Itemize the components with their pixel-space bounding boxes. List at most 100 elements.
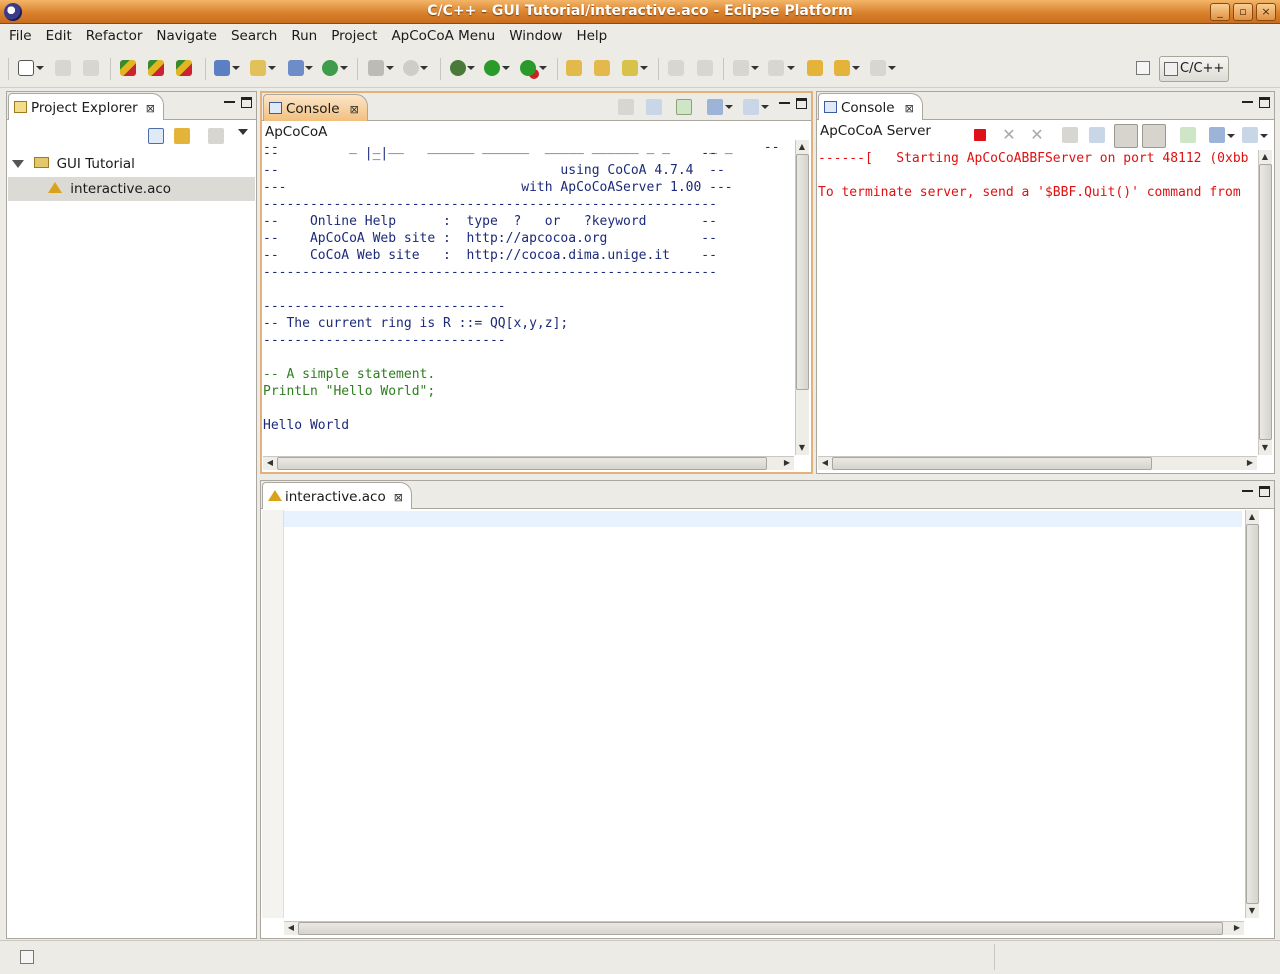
apcocoa-project-icon[interactable] — [148, 60, 164, 76]
prev-edit-icon[interactable] — [768, 60, 784, 76]
save-icon[interactable] — [55, 60, 71, 76]
menu-navigate[interactable]: Navigate — [149, 25, 224, 47]
remove-launch-icon[interactable]: ✕ — [1001, 127, 1017, 143]
editor-vertical-scrollbar[interactable]: ▲ ▼ — [1245, 510, 1259, 918]
editor-horizontal-scrollbar[interactable]: ◀ ▶ — [284, 921, 1244, 935]
current-line-highlight — [284, 511, 1242, 527]
maximize-view-icon[interactable] — [1259, 97, 1270, 108]
next-annotation-icon[interactable] — [697, 60, 713, 76]
new-target-icon[interactable] — [322, 60, 338, 76]
apcocoa-file-icon[interactable] — [176, 60, 192, 76]
scroll-lock-icon[interactable] — [1089, 127, 1105, 143]
next-edit-icon[interactable] — [733, 60, 749, 76]
tree-item-interactive-aco[interactable]: interactive.aco — [8, 177, 255, 201]
scroll-lock-icon[interactable] — [646, 99, 662, 115]
display-console-icon[interactable] — [707, 99, 723, 115]
tab-console-server[interactable]: Console ⊠ — [818, 93, 923, 120]
new-icon[interactable] — [18, 60, 34, 76]
menu-help[interactable]: Help — [569, 25, 614, 47]
open-element-icon[interactable] — [594, 60, 610, 76]
close-tab-icon[interactable]: ⊠ — [905, 102, 914, 115]
print-icon[interactable] — [83, 60, 99, 76]
console-horizontal-scrollbar[interactable]: ◀ ▶ — [263, 456, 794, 470]
new-folder-icon[interactable] — [250, 60, 266, 76]
open-console-icon[interactable] — [743, 99, 759, 115]
forward-icon[interactable] — [870, 60, 886, 76]
menu-apcocoa[interactable]: ApCoCoA Menu — [384, 25, 502, 47]
console-vertical-scrollbar[interactable]: ▲ ▼ — [795, 140, 809, 455]
menu-project[interactable]: Project — [324, 25, 384, 47]
console-line: --- with ApCoCoAServer 1.00 --- — [263, 180, 733, 195]
last-edit-icon[interactable] — [807, 60, 823, 76]
remove-all-icon[interactable]: ✕ — [1029, 127, 1045, 143]
server-console-output[interactable]: ------[ Starting ApCoCoABBFServer on por… — [818, 150, 1255, 455]
expand-triangle-icon[interactable] — [12, 160, 24, 168]
menu-refactor[interactable]: Refactor — [79, 25, 150, 47]
show-stdout-icon[interactable] — [1114, 124, 1138, 148]
menu-edit[interactable]: Edit — [39, 25, 79, 47]
open-type-icon[interactable] — [566, 60, 582, 76]
close-tab-icon[interactable]: ⊠ — [394, 491, 403, 504]
search-icon[interactable] — [622, 60, 638, 76]
display-console-icon[interactable] — [1209, 127, 1225, 143]
maximize-view-icon[interactable] — [796, 98, 807, 109]
menu-search[interactable]: Search — [224, 25, 284, 47]
minimize-view-icon[interactable] — [224, 97, 235, 103]
close-button[interactable]: × — [1256, 3, 1276, 21]
run-icon[interactable] — [484, 60, 500, 76]
prev-annotation-icon[interactable] — [668, 60, 684, 76]
window-title: C/C++ - GUI Tutorial/interactive.aco - E… — [427, 3, 853, 19]
console-icon — [269, 102, 282, 114]
filter-icon[interactable] — [208, 128, 224, 144]
minimize-view-icon[interactable] — [1242, 97, 1253, 103]
collapse-all-icon[interactable] — [148, 128, 164, 144]
open-console-icon[interactable] — [1242, 127, 1258, 143]
tab-project-explorer[interactable]: Project Explorer ⊠ — [8, 93, 164, 120]
menu-run[interactable]: Run — [284, 25, 324, 47]
project-explorer-panel: Project Explorer ⊠ GUI Tutorial interacti… — [6, 91, 257, 939]
open-perspective-icon[interactable] — [1136, 61, 1150, 75]
server-vertical-scrollbar[interactable]: ▲ ▼ — [1258, 150, 1272, 455]
menu-window[interactable]: Window — [502, 25, 569, 47]
close-tab-icon[interactable]: ⊠ — [350, 103, 359, 116]
new-source-icon[interactable] — [288, 60, 304, 76]
console-output[interactable]: -- _ _ __ ______ ______ _____ ______ _ _… — [263, 140, 795, 460]
console-name: ApCoCoA Server — [817, 121, 1274, 141]
editor-ruler — [262, 510, 284, 918]
build-icon[interactable] — [368, 60, 384, 76]
build-config-icon[interactable] — [403, 60, 419, 76]
run-external-icon[interactable] — [520, 60, 536, 76]
tab-console[interactable]: Console ⊠ — [263, 94, 368, 121]
perspective-cpp-button[interactable]: C/C++ — [1159, 56, 1229, 82]
console-input-line: PrintLn "Hello World"; — [263, 384, 436, 399]
console-line: -- The current ring is R ::= QQ[x,y,z]; — [263, 316, 569, 331]
terminate-icon[interactable] — [974, 129, 986, 141]
maximize-view-icon[interactable] — [1259, 486, 1270, 497]
debug-icon[interactable] — [450, 60, 466, 76]
new-class-icon[interactable] — [214, 60, 230, 76]
link-editor-icon[interactable] — [174, 128, 190, 144]
tab-interactive-aco[interactable]: interactive.aco ⊠ — [262, 482, 412, 509]
editor-panel: interactive.aco ⊠ ▲ ▼ ◀ ▶ — [260, 480, 1275, 939]
maximize-view-icon[interactable] — [241, 97, 252, 108]
back-icon[interactable] — [834, 60, 850, 76]
menu-file[interactable]: File — [2, 25, 39, 47]
minimize-view-icon[interactable] — [1242, 486, 1253, 492]
close-tab-icon[interactable]: ⊠ — [146, 102, 155, 115]
show-stderr-icon[interactable] — [1142, 124, 1166, 148]
pin-console-icon[interactable] — [1180, 127, 1196, 143]
tree-item-gui-tutorial[interactable]: GUI Tutorial — [8, 152, 255, 176]
clear-console-icon[interactable] — [618, 99, 634, 115]
minimize-view-icon[interactable] — [779, 98, 790, 104]
status-separator — [994, 944, 995, 970]
pin-console-icon[interactable] — [676, 99, 692, 115]
maximize-button[interactable]: ▫ — [1233, 3, 1253, 21]
editor-text-area[interactable] — [284, 510, 1242, 918]
tree-item-label: interactive.aco — [70, 181, 172, 197]
console-line: -- |_| -- — [263, 146, 717, 161]
server-horizontal-scrollbar[interactable]: ◀ ▶ — [818, 456, 1257, 470]
minimize-button[interactable]: _ — [1210, 3, 1230, 21]
fast-view-icon[interactable] — [20, 950, 34, 964]
clear-console-icon[interactable] — [1062, 127, 1078, 143]
apcocoa-icon[interactable] — [120, 60, 136, 76]
